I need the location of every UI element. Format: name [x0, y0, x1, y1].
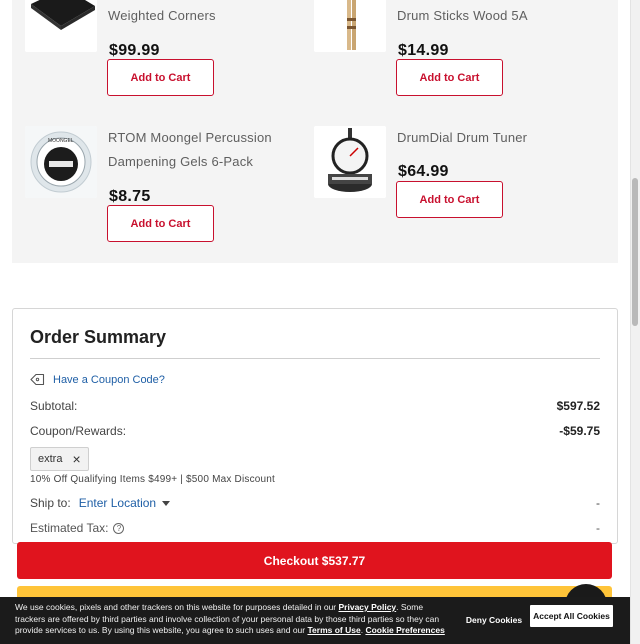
- product-name-line: Dampening Gels 6-Pack: [108, 154, 254, 169]
- moongel-brand-text: MOONGEL: [48, 138, 74, 144]
- enter-location-dropdown[interactable]: Enter Location: [78, 496, 171, 510]
- remove-coupon-icon[interactable]: ×: [72, 452, 80, 466]
- recommended-products: Weighted Corners $99.99 Add to Cart Drum…: [12, 0, 618, 263]
- coupon-rewards-label: Coupon/Rewards:: [30, 424, 127, 438]
- product-price: $14.99: [398, 42, 449, 59]
- subtotal-label: Subtotal:: [30, 399, 78, 413]
- cookie-message: We use cookies, pixels and other tracker…: [15, 602, 455, 637]
- deny-cookies-button[interactable]: Deny Cookies: [463, 609, 525, 631]
- add-to-cart-button[interactable]: Add to Cart: [107, 59, 214, 96]
- cookie-banner: We use cookies, pixels and other tracker…: [0, 597, 640, 644]
- terms-of-use-link[interactable]: Terms of Use: [307, 625, 360, 635]
- drum-sticks-thumbnail[interactable]: [314, 0, 386, 52]
- scrollbar[interactable]: [630, 0, 640, 644]
- product-price: $99.99: [109, 42, 160, 59]
- product-name[interactable]: Drum Sticks Wood 5A: [397, 4, 528, 28]
- coupon-rewards-value: -$59.75: [559, 424, 600, 438]
- drumdial-thumbnail[interactable]: [314, 126, 386, 198]
- product-name[interactable]: RTOM Moongel Percussion Dampening Gels 6…: [108, 126, 272, 174]
- product-price: $64.99: [398, 163, 449, 180]
- product-name-line: Drum Sticks Wood 5A: [397, 8, 528, 23]
- ship-value: -: [596, 496, 600, 510]
- ship-to-group: Ship to: Enter Location: [30, 496, 171, 510]
- add-to-cart-button[interactable]: Add to Cart: [396, 59, 503, 96]
- promo-description: 10% Off Qualifying Items $499+ | $500 Ma…: [30, 474, 276, 485]
- estimated-tax-row: Estimated Tax: ? -: [30, 521, 600, 535]
- scrollbar-thumb[interactable]: [632, 178, 638, 326]
- product-card: DrumDial Drum Tuner $64.99 Add to Cart: [301, 120, 601, 250]
- product-name[interactable]: Weighted Corners: [108, 4, 216, 28]
- ship-to-label: Ship to:: [30, 496, 71, 510]
- drum-mat-thumbnail[interactable]: [25, 0, 97, 52]
- applied-coupon-chip: extra ×: [30, 447, 89, 471]
- product-card: Drum Sticks Wood 5A $14.99 Add to Cart: [301, 0, 601, 110]
- product-name-line: Weighted Corners: [108, 8, 216, 23]
- divider: [30, 358, 600, 359]
- product-card: MOONGEL RTOM Moongel Percussion Dampenin…: [12, 120, 302, 250]
- tax-label-group: Estimated Tax: ?: [30, 521, 125, 535]
- coupon-code-link[interactable]: Have a Coupon Code?: [30, 373, 165, 386]
- cookie-text: We use cookies, pixels and other tracker…: [15, 602, 339, 612]
- estimated-tax-value: -: [596, 521, 600, 535]
- info-icon[interactable]: ?: [113, 522, 125, 534]
- product-name[interactable]: DrumDial Drum Tuner: [397, 126, 527, 150]
- accept-all-cookies-button[interactable]: Accept All Cookies: [530, 605, 613, 627]
- caret-down-icon: [162, 500, 171, 506]
- privacy-policy-link[interactable]: Privacy Policy: [339, 602, 397, 612]
- cookie-preferences-link[interactable]: Cookie Preferences: [365, 625, 444, 635]
- add-to-cart-button[interactable]: Add to Cart: [396, 181, 503, 218]
- tag-icon: [30, 373, 45, 386]
- product-name-line: RTOM Moongel Percussion: [108, 130, 272, 145]
- coupon-link-label: Have a Coupon Code?: [53, 373, 165, 386]
- product-name-line: DrumDial Drum Tuner: [397, 130, 528, 145]
- ship-to-row: Ship to: Enter Location -: [30, 496, 600, 510]
- product-card: Weighted Corners $99.99 Add to Cart: [12, 0, 302, 110]
- order-summary-card: Order Summary Have a Coupon Code? Subtot…: [12, 308, 618, 544]
- product-price: $8.75: [109, 188, 151, 205]
- estimated-tax-label: Estimated Tax:: [30, 521, 109, 535]
- subtotal-row: Subtotal: $597.52: [30, 399, 600, 413]
- enter-location-label: Enter Location: [78, 496, 157, 510]
- order-summary-title: Order Summary: [30, 327, 167, 347]
- subtotal-value: $597.52: [556, 399, 600, 413]
- applied-coupon-code: extra: [38, 453, 63, 465]
- coupon-rewards-row: Coupon/Rewards: -$59.75: [30, 424, 600, 438]
- moongel-thumbnail[interactable]: MOONGEL: [25, 126, 97, 198]
- checkout-button[interactable]: Checkout $537.77: [17, 542, 612, 579]
- add-to-cart-button[interactable]: Add to Cart: [107, 205, 214, 242]
